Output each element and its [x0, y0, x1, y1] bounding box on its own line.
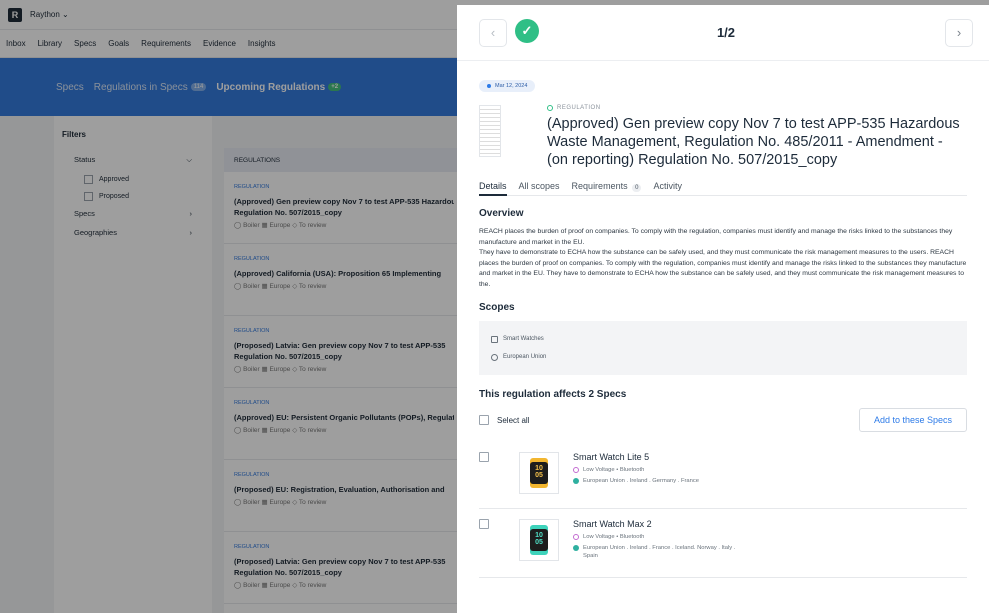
- list-item[interactable]: REGULATION (Approved) California (USA): P…: [224, 244, 464, 316]
- regs-count-badge: 114: [190, 82, 207, 91]
- tech-ring-icon: [573, 534, 579, 540]
- nav-specs[interactable]: Specs: [74, 39, 96, 48]
- tab-upcoming-regulations[interactable]: Upcoming Regulations +2: [216, 82, 342, 93]
- date-badge: Mar 12, 2024: [479, 80, 536, 92]
- nav-goals[interactable]: Goals: [108, 39, 129, 48]
- next-button[interactable]: ›: [944, 18, 973, 47]
- list-item[interactable]: REGULATION (Approved) EU: Persistent Orga…: [224, 388, 464, 460]
- globe-icon: [573, 478, 579, 484]
- filters-panel: Filters Status ⌵ Approved Proposed Specs ›…: [54, 116, 212, 613]
- scope-product: Smart Watches: [491, 330, 955, 348]
- chevron-right-icon: ›: [189, 209, 193, 218]
- chevron-down-icon: ⌵: [186, 155, 192, 164]
- spec-geo: European Union . Ireland . Germany . Fra…: [573, 477, 699, 485]
- approved-check-icon: ✓: [515, 19, 539, 43]
- document-thumbnail[interactable]: [479, 105, 501, 157]
- regulation-detail-drawer: ‹ 1/2 › Mar 12, 2024 ✓ REGULATION (Appro…: [457, 5, 989, 613]
- nav-inbox[interactable]: Inbox: [6, 39, 26, 48]
- requirements-count: 0: [632, 184, 642, 192]
- spec-thumbnail: 10 05: [519, 452, 559, 494]
- tab-details[interactable]: Details: [479, 181, 507, 196]
- drawer-body: Mar 12, 2024 ✓ REGULATION (Approved) Gen…: [457, 19, 989, 578]
- spec-tech: Low Voltage • Bluetooth: [573, 533, 735, 541]
- globe-icon: [573, 545, 579, 551]
- tab-regulations-in-specs[interactable]: Regulations in Specs 114: [94, 82, 207, 93]
- scopes-box: Smart Watches European Union: [479, 321, 967, 375]
- list-item[interactable]: REGULATION (Proposed) Latvia: Gen preview…: [224, 316, 464, 388]
- prev-button[interactable]: ‹: [479, 18, 507, 47]
- pagination-counter: 1/2: [716, 25, 736, 40]
- product-icon: [491, 335, 498, 343]
- list-header: REGULATIONS: [224, 148, 464, 172]
- list-item[interactable]: REGULATION (Proposed) Latvia: Gen preview…: [224, 532, 464, 604]
- list-item[interactable]: REGULATION (Proposed) EU: Registration, E…: [224, 460, 464, 532]
- tab-activity[interactable]: Activity: [653, 181, 682, 191]
- regulation-hero: ✓ REGULATION (Approved) Gen preview copy…: [479, 19, 967, 169]
- regulation-title: (Approved) Gen preview copy Nov 7 to tes…: [547, 116, 960, 168]
- filters-title: Filters: [62, 130, 87, 139]
- approved-checkbox[interactable]: [84, 175, 93, 184]
- filter-specs[interactable]: Specs ›: [62, 209, 204, 218]
- select-all-checkbox[interactable]: [479, 415, 489, 425]
- chevron-right-icon: ›: [189, 228, 193, 237]
- nav-requirements[interactable]: Requirements: [141, 39, 191, 48]
- filter-proposed[interactable]: Proposed: [62, 192, 204, 201]
- scope-geography: European Union: [491, 348, 955, 366]
- spec-thumbnail: 10 05: [519, 519, 559, 561]
- detail-tabs: Details All scopes Requirements 0 Activi…: [479, 181, 967, 196]
- spec-name[interactable]: Smart Watch Max 2: [573, 519, 735, 529]
- regulation-kind: REGULATION: [547, 105, 967, 111]
- spec-checkbox[interactable]: [479, 519, 489, 529]
- nav-evidence[interactable]: Evidence: [203, 39, 236, 48]
- overview-text: REACH places the burden of proof on comp…: [479, 228, 967, 288]
- spec-tech: Low Voltage • Bluetooth: [573, 466, 699, 474]
- add-to-specs-button[interactable]: Add to these Specs: [858, 408, 967, 432]
- filter-geographies[interactable]: Geographies ›: [62, 228, 204, 237]
- affects-heading: This regulation affects 2 Specs: [479, 389, 627, 400]
- upcoming-count-badge: +2: [328, 82, 342, 91]
- spec-checkbox[interactable]: [479, 452, 489, 462]
- nav-insights[interactable]: Insights: [248, 39, 276, 48]
- proposed-checkbox[interactable]: [84, 192, 93, 201]
- app-root: R Raython ⌄ Inbox Library Specs Goals Re…: [0, 0, 989, 613]
- spec-geo: European Union . Ireland . France . Icel…: [573, 544, 735, 560]
- list-item[interactable]: REGULATION (Approved) Gen preview copy No…: [224, 172, 464, 244]
- globe-icon: [491, 353, 498, 361]
- tab-specs[interactable]: Specs: [56, 82, 84, 93]
- tab-requirements[interactable]: Requirements 0: [572, 181, 642, 192]
- watch-image: 10 05: [530, 458, 548, 488]
- filter-status[interactable]: Status ⌵: [62, 155, 204, 165]
- select-all[interactable]: Select all: [479, 415, 529, 425]
- tab-all-scopes[interactable]: All scopes: [519, 181, 560, 191]
- scopes-heading: Scopes: [479, 302, 515, 313]
- overview-heading: Overview: [479, 208, 524, 219]
- select-row: Select all Add to these Specs: [479, 408, 967, 432]
- spec-name[interactable]: Smart Watch Lite 5: [573, 452, 699, 462]
- spec-row: 10 05 Smart Watch Lite 5 Low Voltage • B…: [479, 442, 967, 509]
- regulations-list: REGULATIONS REGULATION (Approved) Gen pre…: [224, 148, 464, 613]
- nav-library[interactable]: Library: [38, 39, 62, 48]
- watch-image: 10 05: [530, 525, 548, 555]
- spec-row: 10 05 Smart Watch Max 2 Low Voltage • Bl…: [479, 509, 967, 578]
- tech-ring-icon: [573, 467, 579, 473]
- filter-approved[interactable]: Approved: [62, 175, 204, 184]
- regulation-ring-icon: [547, 105, 553, 111]
- dot-icon: [487, 84, 491, 88]
- workspace-switcher[interactable]: Raython ⌄: [30, 10, 69, 19]
- brand-logo: R: [8, 7, 22, 22]
